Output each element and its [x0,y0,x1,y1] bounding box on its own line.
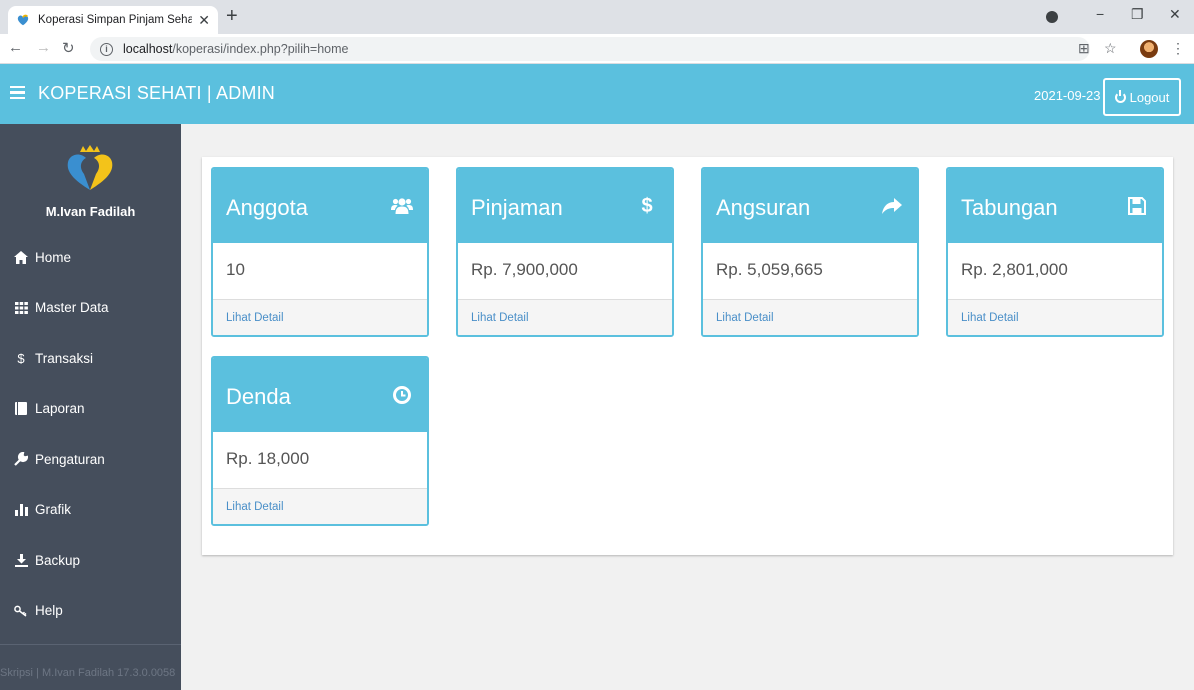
card-denda: Denda Rp. 18,000 Lihat Detail [211,356,429,526]
minimize-icon[interactable]: − [1096,6,1104,22]
browser-tab[interactable]: Koperasi Simpan Pinjam Sehati M ✕ [8,6,218,34]
address-bar: ← → ↻ i localhost/koperasi/index.php?pil… [0,34,1194,64]
browser-tab-bar: Koperasi Simpan Pinjam Sehati M ✕ + − ❐ … [0,0,1194,34]
profile-avatar[interactable] [1140,40,1158,58]
sidebar-item-label: Transaksi [35,350,94,366]
sidebar-item-pengaturan[interactable]: Pengaturan [0,434,181,485]
card-header: Angsuran [703,169,917,243]
dashboard-panel: Anggota 10 Lihat Detail Pinjaman $ Rp. 7… [202,157,1173,555]
forward-icon[interactable]: → [36,39,51,56]
sidebar-item-home[interactable]: Home [0,232,181,283]
url-field[interactable]: i localhost/koperasi/index.php?pilih=hom… [90,37,1090,61]
info-icon[interactable]: i [100,42,113,56]
dollar-icon: $ [17,350,25,366]
browser-menu-icon[interactable]: ⋮ [1171,40,1185,57]
card-value: Rp. 7,900,000 [458,243,672,300]
sidebar-item-laporan[interactable]: Laporan [0,384,181,435]
translate-icon[interactable]: ⊞ [1078,40,1090,57]
card-header: Denda [213,358,427,432]
favicon-icon [17,14,29,26]
new-tab-icon[interactable]: + [226,6,238,26]
user-name: M.Ivan Fadilah [45,204,136,219]
menu-toggle-icon[interactable] [10,86,25,99]
sidebar: M.Ivan Fadilah Home Master Data $ Transak… [0,124,181,690]
sidebar-item-backup[interactable]: Backup [0,535,181,586]
reload-icon[interactable]: ↻ [62,39,75,57]
url-path: /koperasi/index.php?pilih=home [172,42,349,56]
card-pinjaman: Pinjaman $ Rp. 7,900,000 Lihat Detail [456,167,674,337]
url-host: localhost [123,42,173,56]
share-icon [881,195,903,217]
card-title: Tabungan [961,195,1058,220]
grid-icon [13,301,29,314]
profile-dot-icon[interactable] [1046,11,1058,23]
bookmark-star-icon[interactable]: ☆ [1104,40,1117,57]
key-icon [13,605,29,617]
users-icon [391,195,413,217]
logo-icon [67,145,113,190]
sidebar-item-label: Help [35,603,63,619]
card-tabungan: Tabungan Rp. 2,801,000 Lihat Detail [946,167,1164,337]
save-icon [1126,195,1148,217]
sidebar-item-help[interactable]: Help [0,586,181,637]
card-value: Rp. 5,059,665 [703,243,917,300]
sidebar-menu: Home Master Data $ Transaksi Laporan Peng… [0,232,181,636]
sidebar-item-master-data[interactable]: Master Data [0,283,181,334]
download-icon [13,553,29,567]
card-angsuran: Angsuran Rp. 5,059,665 Lihat Detail [701,167,919,337]
power-icon [1114,89,1126,103]
home-icon [13,250,29,264]
logout-button[interactable]: Logout [1103,78,1181,116]
card-title: Anggota [226,195,308,220]
sidebar-item-label: Home [35,249,72,265]
card-header: Tabungan [948,169,1162,243]
card-value: Rp. 18,000 [213,432,427,489]
card-header: Anggota [213,169,427,243]
sidebar-footer: Skripsi | M.Ivan Fadilah 17.3.0.0058 [0,644,181,679]
bar-chart-icon [13,503,29,516]
clock-icon [391,384,413,406]
book-icon [13,402,29,416]
sidebar-item-label: Pengaturan [35,451,105,467]
current-date: 2021-09-23 [1034,88,1101,103]
card-title: Pinjaman [471,195,563,220]
wrench-icon [13,452,29,467]
card-detail-link[interactable]: Lihat Detail [213,489,427,524]
window-close-icon[interactable]: ✕ [1169,6,1181,23]
tab-title: Koperasi Simpan Pinjam Sehati M [38,14,193,26]
tab-close-icon[interactable]: ✕ [198,12,210,29]
card-detail-link[interactable]: Lihat Detail [948,300,1162,335]
card-detail-link[interactable]: Lihat Detail [458,300,672,335]
card-anggota: Anggota 10 Lihat Detail [211,167,429,337]
sidebar-item-label: Backup [35,552,81,568]
card-header: Pinjaman $ [458,169,672,243]
card-detail-link[interactable]: Lihat Detail [703,300,917,335]
app-title: KOPERASI SEHATI | ADMIN [38,83,275,103]
restore-icon[interactable]: ❐ [1131,6,1144,23]
sidebar-item-transaksi[interactable]: $ Transaksi [0,333,181,384]
sidebar-item-label: Master Data [35,300,109,316]
dollar-icon: $ [641,194,653,217]
logout-label: Logout [1129,89,1170,105]
card-title: Angsuran [716,195,811,220]
back-icon[interactable]: ← [8,39,23,56]
card-value: Rp. 2,801,000 [948,243,1162,300]
card-value: 10 [213,243,427,300]
card-detail-link[interactable]: Lihat Detail [213,300,427,335]
app-header: KOPERASI SEHATI | ADMIN 2021-09-23 Logou… [0,64,1194,124]
sidebar-item-label: Laporan [35,401,85,417]
sidebar-item-label: Grafik [35,502,72,518]
card-title: Denda [226,384,291,409]
sidebar-item-grafik[interactable]: Grafik [0,485,181,536]
